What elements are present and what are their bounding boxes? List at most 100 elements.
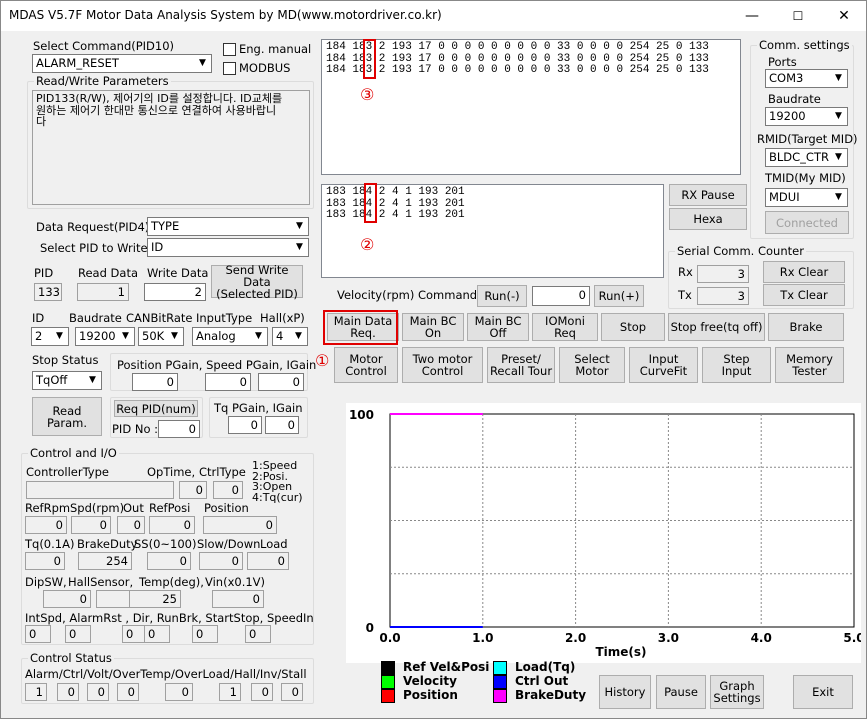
- minimize-button[interactable]: —: [729, 1, 775, 31]
- comm-baudrate-combo[interactable]: 19200 ▼: [765, 107, 848, 126]
- iomoni-req-button[interactable]: IOMoni Req: [532, 313, 598, 341]
- stop-status-label: Stop Status: [32, 353, 99, 367]
- close-button[interactable]: ✕: [821, 1, 867, 31]
- step-input-button[interactable]: Step Input: [702, 347, 771, 383]
- velocity-input[interactable]: 0: [532, 286, 590, 306]
- connected-button[interactable]: Connected: [765, 211, 849, 234]
- load-field: 0: [247, 552, 289, 570]
- run-minus-button[interactable]: Run(-): [477, 285, 527, 307]
- rx-log[interactable]: 184 183 2 193 17 0 0 0 0 0 0 0 0 0 33 0 …: [321, 39, 741, 175]
- maximize-button[interactable]: ☐: [775, 1, 821, 31]
- tq-field: 0: [25, 552, 65, 570]
- chevron-down-icon: ▼: [195, 56, 210, 71]
- preset-recall-tour-button[interactable]: Preset/ Recall Tour: [487, 347, 555, 383]
- dipsw-field: 0: [43, 590, 91, 608]
- optime-field: 0: [179, 481, 207, 499]
- ports-value: COM3: [769, 71, 804, 85]
- stop-free-button[interactable]: Stop free(tq off): [668, 313, 765, 341]
- chevron-down-icon: ▼: [251, 329, 266, 344]
- motor-control-button[interactable]: Motor Control: [334, 347, 398, 383]
- rx-clear-button[interactable]: Rx Clear: [763, 261, 845, 283]
- legend-label: BrakeDuty: [515, 688, 587, 702]
- stop-button[interactable]: Stop: [601, 313, 665, 341]
- status-value-5: 1: [219, 683, 241, 701]
- ports-label: Ports: [768, 55, 797, 69]
- rmid-combo[interactable]: BLDC_CTR ▼: [765, 148, 848, 167]
- legend-swatch: [381, 689, 395, 703]
- speed-pgain-field[interactable]: 0: [205, 373, 251, 391]
- control-status-title: Control Status: [28, 651, 114, 665]
- read-data-field: 1: [77, 283, 129, 301]
- refposi-label: RefPosi: [149, 501, 191, 515]
- pid-no-field[interactable]: 0: [158, 420, 200, 438]
- brakeduty-label: BrakeDuty: [77, 537, 138, 551]
- io-label: IntSpd, AlarmRst , Dir, RunBrk, StartSto…: [25, 611, 314, 625]
- tx-counter-field: 3: [697, 287, 749, 305]
- main-bc-off-button[interactable]: Main BC Off: [467, 313, 529, 341]
- write-data-field[interactable]: 2: [144, 283, 206, 301]
- input-curvefit-button[interactable]: Input CurveFit: [629, 347, 698, 383]
- legend-label: Velocity: [403, 674, 457, 688]
- param-description: PID133(R/W), 제어기의 ID를 설정합니다. ID교체를 원하는 제…: [32, 90, 310, 205]
- tx-clear-button[interactable]: Tx Clear: [763, 284, 845, 306]
- data-request-value: TYPE: [151, 219, 180, 233]
- speedin-field: 0: [245, 625, 271, 643]
- send-write-data-button[interactable]: Send Write Data (Selected PID): [211, 264, 303, 300]
- ports-combo[interactable]: COM3 ▼: [765, 69, 848, 88]
- temp-label: Temp(deg),: [139, 575, 204, 589]
- canbitrate-combo[interactable]: 50K ▼: [138, 327, 184, 346]
- inputtype-combo[interactable]: Analog ▼: [192, 327, 268, 346]
- id-label: ID: [32, 311, 45, 325]
- select-motor-button[interactable]: Select Motor: [559, 347, 625, 383]
- exit-button[interactable]: Exit: [793, 675, 853, 709]
- data-request-combo[interactable]: TYPE ▼: [147, 217, 309, 236]
- status-value-4: 0: [165, 683, 193, 701]
- comm-settings-title: Comm. settings: [757, 38, 852, 52]
- read-param-button[interactable]: Read Param.: [32, 397, 102, 436]
- hexa-button[interactable]: Hexa: [669, 208, 747, 230]
- pause-button[interactable]: Pause: [656, 675, 706, 709]
- read-write-title: Read/Write Parameters: [34, 74, 171, 88]
- tq-igain-field[interactable]: 0: [265, 416, 299, 434]
- slowdown-label: Slow/Down: [197, 537, 261, 551]
- tmid-combo[interactable]: MDUI ▼: [765, 188, 848, 207]
- brake-button[interactable]: Brake: [768, 313, 844, 341]
- x-tick-label: 0.0: [379, 631, 400, 645]
- ctrltype-field: 0: [213, 481, 243, 499]
- main-window: MDAS V5.7F Motor Data Analysis System by…: [0, 0, 867, 719]
- alarmrst-field: 0: [65, 625, 91, 643]
- run-plus-button[interactable]: Run(+): [594, 285, 644, 307]
- eng-manual-checkbox[interactable]: [223, 43, 236, 56]
- baudrate-combo[interactable]: 19200 ▼: [75, 327, 135, 346]
- id-combo[interactable]: 2 ▼: [31, 327, 69, 346]
- dipsw-label: DipSW,: [25, 575, 67, 589]
- history-button[interactable]: History: [599, 675, 651, 709]
- pid-no-label: PID No :: [112, 422, 159, 436]
- legend-label: Load(Tq): [515, 660, 576, 674]
- control-io-title: Control and I/O: [28, 446, 119, 460]
- runbrk-field: 0: [144, 625, 170, 643]
- rx-pause-button[interactable]: RX Pause: [669, 184, 747, 206]
- req-pid-button[interactable]: Req PID(num): [114, 400, 198, 417]
- two-motor-control-button[interactable]: Two motor Control: [402, 347, 483, 383]
- refrpm-label: RefRpm: [25, 501, 71, 515]
- stop-status-combo[interactable]: TqOff ▼: [32, 371, 102, 390]
- memory-tester-button[interactable]: Memory Tester: [775, 347, 844, 383]
- data-request-label: Data Request(PID4): [36, 220, 150, 234]
- chevron-down-icon: ▼: [831, 109, 846, 124]
- select-command-combo[interactable]: ALARM_RESET ▼: [32, 54, 212, 73]
- legend-swatch: [381, 661, 395, 675]
- select-pid-write-combo[interactable]: ID ▼: [147, 238, 309, 257]
- baudrate-value: 19200: [79, 329, 116, 343]
- hall-combo[interactable]: 4 ▼: [272, 327, 308, 346]
- modbus-checkbox[interactable]: [223, 62, 236, 75]
- title-bar: MDAS V5.7F Motor Data Analysis System by…: [1, 1, 866, 31]
- tq-pgain-field[interactable]: 0: [228, 416, 262, 434]
- graph-settings-button[interactable]: Graph Settings: [710, 675, 764, 709]
- refrpm-field: 0: [25, 516, 67, 534]
- tx-counter-label: Tx: [678, 288, 692, 302]
- position-pgain-field[interactable]: 0: [132, 373, 178, 391]
- main-bc-on-button[interactable]: Main BC On: [402, 313, 464, 341]
- rx-highlight-box: [363, 39, 376, 79]
- igain-field[interactable]: 0: [258, 373, 304, 391]
